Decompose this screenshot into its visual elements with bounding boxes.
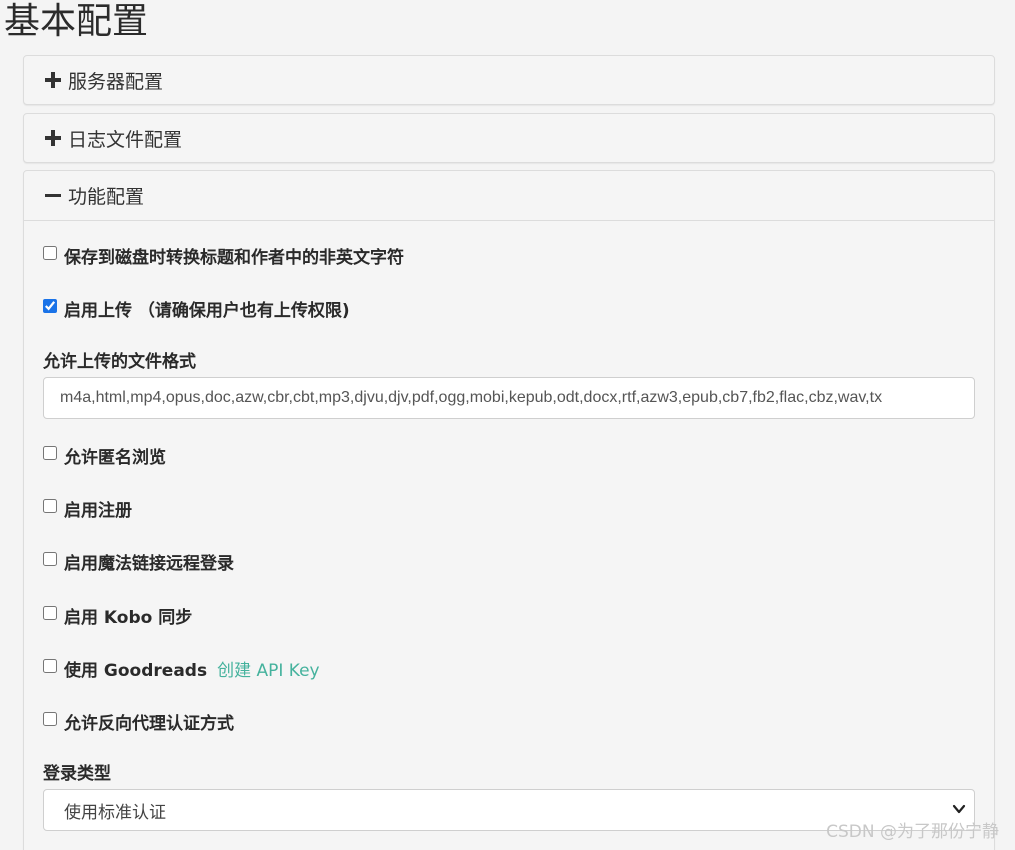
panel-server-config: 服务器配置 <box>23 55 995 105</box>
convert-non-english-checkbox[interactable] <box>43 245 57 260</box>
kobo-sync-option[interactable]: 启用 Kobo 同步 <box>43 603 192 628</box>
panel-heading-feature[interactable]: 功能配置 <box>24 171 994 221</box>
magic-link-option[interactable]: 启用魔法链接远程登录 <box>43 549 234 574</box>
panel-log-config: 日志文件配置 <box>23 113 995 163</box>
login-type-selected: 使用标准认证 <box>64 802 166 823</box>
enable-upload-label: 启用上传 （请确保用户也有上传权限) <box>64 301 350 321</box>
reverse-proxy-checkbox[interactable] <box>43 711 57 726</box>
panel-title-feature: 功能配置 <box>68 186 145 208</box>
login-type-label: 登录类型 <box>43 764 111 784</box>
panel-heading-server[interactable]: 服务器配置 <box>24 56 994 104</box>
enable-upload-option[interactable]: 启用上传 （请确保用户也有上传权限) <box>43 296 350 321</box>
anonymous-browse-option[interactable]: 允许匿名浏览 <box>43 443 166 468</box>
plus-icon <box>44 71 62 89</box>
reverse-proxy-option[interactable]: 允许反向代理认证方式 <box>43 709 234 734</box>
goodreads-option: 使用 Goodreads 创建 API Key <box>43 656 320 681</box>
goodreads-checkbox[interactable] <box>43 658 57 673</box>
minus-icon <box>44 187 62 205</box>
upload-formats-input[interactable] <box>43 377 975 419</box>
panel-heading-log[interactable]: 日志文件配置 <box>24 114 994 162</box>
panel-feature-config: 功能配置 保存到磁盘时转换标题和作者中的非英文字符 启用上传 （请确保用户也有上… <box>23 170 995 850</box>
anonymous-browse-checkbox[interactable] <box>43 445 57 460</box>
panel-title-server: 服务器配置 <box>68 70 164 93</box>
enable-register-checkbox[interactable] <box>43 498 57 513</box>
enable-register-option[interactable]: 启用注册 <box>43 496 132 521</box>
page-title: 基本配置 <box>4 1 149 42</box>
chevron-down-icon <box>952 804 966 814</box>
goodreads-label: 使用 Goodreads <box>64 661 208 681</box>
kobo-sync-label: 启用 Kobo 同步 <box>64 608 193 628</box>
magic-link-checkbox[interactable] <box>43 551 57 566</box>
kobo-sync-checkbox[interactable] <box>43 605 57 620</box>
watermark: CSDN @为了那份宁静 <box>826 822 999 842</box>
anonymous-browse-label: 允许匿名浏览 <box>64 448 166 468</box>
magic-link-label: 启用魔法链接远程登录 <box>64 554 234 574</box>
panel-title-log: 日志文件配置 <box>68 128 183 151</box>
enable-upload-checkbox[interactable] <box>43 298 57 313</box>
convert-non-english-option[interactable]: 保存到磁盘时转换标题和作者中的非英文字符 <box>43 243 404 268</box>
enable-register-label: 启用注册 <box>64 501 132 521</box>
plus-icon <box>44 129 62 147</box>
reverse-proxy-label: 允许反向代理认证方式 <box>64 714 234 734</box>
upload-formats-label: 允许上传的文件格式 <box>43 352 196 372</box>
convert-non-english-label: 保存到磁盘时转换标题和作者中的非英文字符 <box>64 248 404 268</box>
create-api-key-link[interactable]: 创建 API Key <box>217 656 320 681</box>
